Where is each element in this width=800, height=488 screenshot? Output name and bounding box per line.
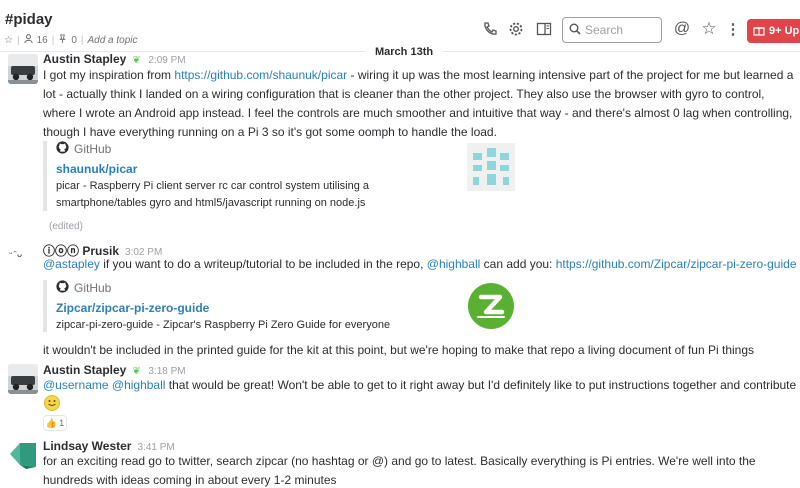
message-link[interactable]: https://github.com/shaunuk/picar bbox=[174, 68, 347, 82]
attachment-service: GitHub bbox=[56, 141, 523, 157]
channel-name[interactable]: #piday bbox=[5, 11, 53, 28]
pinned-count[interactable]: 0 bbox=[71, 35, 77, 46]
text: that would be great! Won't be able to ge… bbox=[165, 378, 797, 392]
divider: | bbox=[51, 34, 55, 46]
github-icon bbox=[56, 280, 69, 296]
divider: | bbox=[80, 34, 84, 46]
date-divider: March 13th bbox=[365, 46, 444, 58]
user-mention[interactable]: @username bbox=[43, 378, 109, 392]
search-input[interactable] bbox=[585, 23, 655, 37]
author-name[interactable]: Lindsay Wester bbox=[43, 439, 131, 453]
gear-icon[interactable] bbox=[506, 19, 526, 39]
avatar[interactable] bbox=[8, 440, 38, 470]
zipcar-logo[interactable] bbox=[467, 282, 515, 330]
attachment-description: picar - Raspberry Pi client server rc ca… bbox=[56, 180, 369, 209]
message-header: Lindsay Wester 3:41 PM bbox=[43, 439, 175, 453]
notifications-button[interactable]: 9+ Up bbox=[747, 19, 800, 43]
repo-thumbnail[interactable] bbox=[467, 143, 515, 191]
message-text: I got my inspiration from https://github… bbox=[43, 66, 795, 142]
author-name[interactable]: Austin Stapley bbox=[43, 363, 126, 377]
avatar[interactable]: ᵕᵔᴗ bbox=[8, 250, 38, 264]
author-name[interactable]: Austin Stapley bbox=[43, 52, 126, 66]
pin-icon[interactable] bbox=[58, 34, 67, 46]
divider: | bbox=[16, 34, 20, 46]
text: I got my inspiration from bbox=[43, 68, 175, 82]
avatar[interactable] bbox=[8, 54, 38, 84]
user-mention[interactable]: @highball bbox=[427, 257, 481, 271]
search-box[interactable] bbox=[562, 17, 662, 43]
smile-emoji-icon bbox=[44, 395, 60, 411]
member-icon[interactable] bbox=[23, 34, 33, 46]
edited-label: (edited) bbox=[49, 221, 83, 232]
attachment-title[interactable]: shaunuk/picar bbox=[56, 160, 523, 178]
message-link[interactable]: https://github.com/Zipcar/zipcar-pi-zero… bbox=[556, 257, 797, 271]
message-text: it wouldn't be included in the printed g… bbox=[43, 343, 755, 357]
star-icon[interactable]: ☆ bbox=[4, 35, 13, 46]
timestamp[interactable]: 2:09 PM bbox=[148, 55, 185, 66]
link-attachment: GitHub shaunuk/picar picar - Raspberry P… bbox=[43, 141, 523, 211]
search-icon bbox=[569, 23, 581, 38]
avatar[interactable] bbox=[8, 364, 38, 394]
message-header: Austin Stapley ❦ 3:18 PM bbox=[43, 363, 186, 377]
details-pane-icon[interactable] bbox=[534, 19, 554, 39]
user-mention[interactable]: @astapley bbox=[43, 257, 100, 271]
message-header: Austin Stapley ❦ 2:09 PM bbox=[43, 52, 186, 66]
text: can add you: bbox=[480, 257, 556, 271]
message-text: for an exciting read go to twitter, sear… bbox=[43, 454, 756, 487]
thumbs-up-icon: 👍 bbox=[45, 417, 58, 428]
channel-header: #piday ☆ | 16 | 0 | Add a topic @ ☆ ⋮ bbox=[0, 0, 800, 50]
service-name: GitHub bbox=[74, 142, 112, 156]
notifications-label: 9+ Up bbox=[769, 25, 800, 37]
gift-icon bbox=[753, 24, 765, 39]
add-topic-link[interactable]: Add a topic bbox=[87, 35, 137, 46]
mentions-icon[interactable]: @ bbox=[672, 19, 692, 39]
reaction-count: 1 bbox=[59, 418, 65, 428]
github-icon bbox=[56, 141, 69, 157]
phone-icon[interactable] bbox=[480, 19, 500, 39]
attachment-description: zipcar-pi-zero-guide - Zipcar's Raspberr… bbox=[56, 319, 391, 331]
attachment-service: GitHub bbox=[56, 280, 523, 296]
starred-icon[interactable]: ☆ bbox=[699, 19, 719, 39]
member-count[interactable]: 16 bbox=[37, 35, 48, 46]
status-icon: ❦ bbox=[132, 55, 141, 66]
message-text: @username @highball that would be great!… bbox=[43, 376, 797, 395]
link-attachment: GitHub Zipcar/zipcar-pi-zero-guide zipca… bbox=[43, 280, 523, 332]
user-mention[interactable]: @highball bbox=[112, 378, 166, 392]
channel-meta: ☆ | 16 | 0 | Add a topic bbox=[4, 34, 138, 46]
message-text: @astapley if you want to do a writeup/tu… bbox=[43, 255, 797, 274]
attachment-title[interactable]: Zipcar/zipcar-pi-zero-guide bbox=[56, 299, 523, 317]
reaction-button[interactable]: 👍 1 bbox=[43, 415, 67, 431]
text: if you want to do a writeup/tutorial to … bbox=[99, 257, 427, 271]
service-name: GitHub bbox=[74, 281, 112, 295]
more-options-icon[interactable]: ⋮ bbox=[723, 19, 743, 39]
